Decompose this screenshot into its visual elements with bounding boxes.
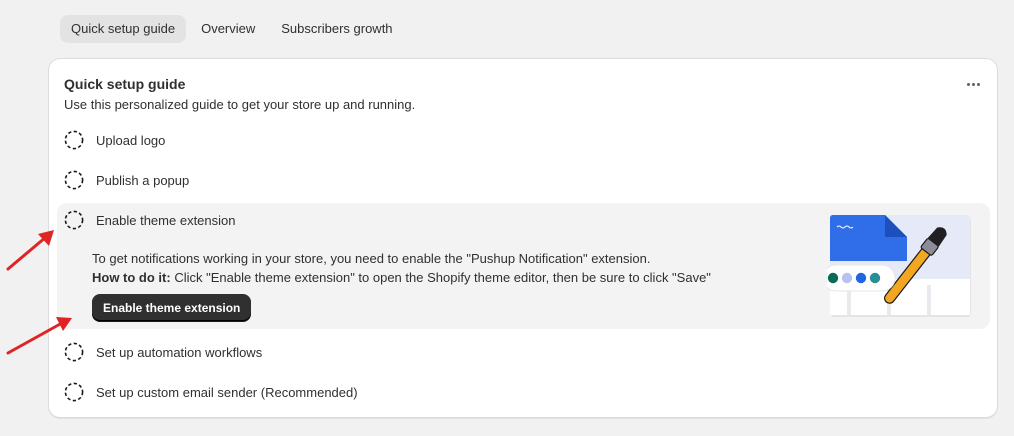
step-automation-workflows[interactable]: Set up automation workflows (64, 342, 262, 362)
dashed-circle-icon[interactable] (64, 170, 84, 190)
dashed-circle-icon[interactable] (64, 382, 84, 402)
step-publish-popup[interactable]: Publish a popup (64, 170, 189, 190)
red-arrow-icon (6, 317, 72, 355)
tab-subscribers-growth[interactable]: Subscribers growth (270, 15, 403, 43)
more-options-button[interactable] (963, 76, 983, 92)
step-howto: How to do it: Click "Enable theme extens… (92, 270, 711, 285)
dashed-circle-icon[interactable] (64, 210, 84, 230)
card-title: Quick setup guide (64, 76, 186, 92)
step-enable-theme-extension[interactable]: Enable theme extension (64, 210, 235, 230)
theme-paint-brush-illustration (822, 215, 972, 319)
step-custom-email-sender[interactable]: Set up custom email sender (Recommended) (64, 382, 358, 402)
enable-theme-extension-button[interactable]: Enable theme extension (92, 294, 252, 321)
card-subtitle: Use this personalized guide to get your … (64, 97, 416, 112)
tab-overview[interactable]: Overview (190, 15, 266, 43)
tab-bar: Quick setup guide Overview Subscribers g… (60, 15, 404, 43)
howto-text: Click "Enable theme extension" to open t… (170, 270, 711, 285)
step-label: Set up custom email sender (Recommended) (96, 384, 358, 400)
step-label: Publish a popup (96, 172, 190, 188)
red-arrow-icon (6, 230, 54, 271)
step-upload-logo[interactable]: Upload logo (64, 130, 165, 150)
tab-quick-setup-guide[interactable]: Quick setup guide (60, 15, 187, 43)
dashed-circle-icon[interactable] (64, 130, 84, 150)
expanded-step-panel: Enable theme extension To get notificati… (57, 203, 990, 329)
step-label: Upload logo (96, 132, 166, 148)
step-description: To get notifications working in your sto… (92, 251, 651, 266)
step-label: Enable theme extension (96, 212, 236, 228)
more-horizontal-icon (966, 82, 980, 86)
step-label: Set up automation workflows (96, 344, 263, 360)
howto-label: How to do it: (92, 270, 171, 285)
setup-guide-card: Quick setup guide Use this personalized … (48, 58, 998, 418)
